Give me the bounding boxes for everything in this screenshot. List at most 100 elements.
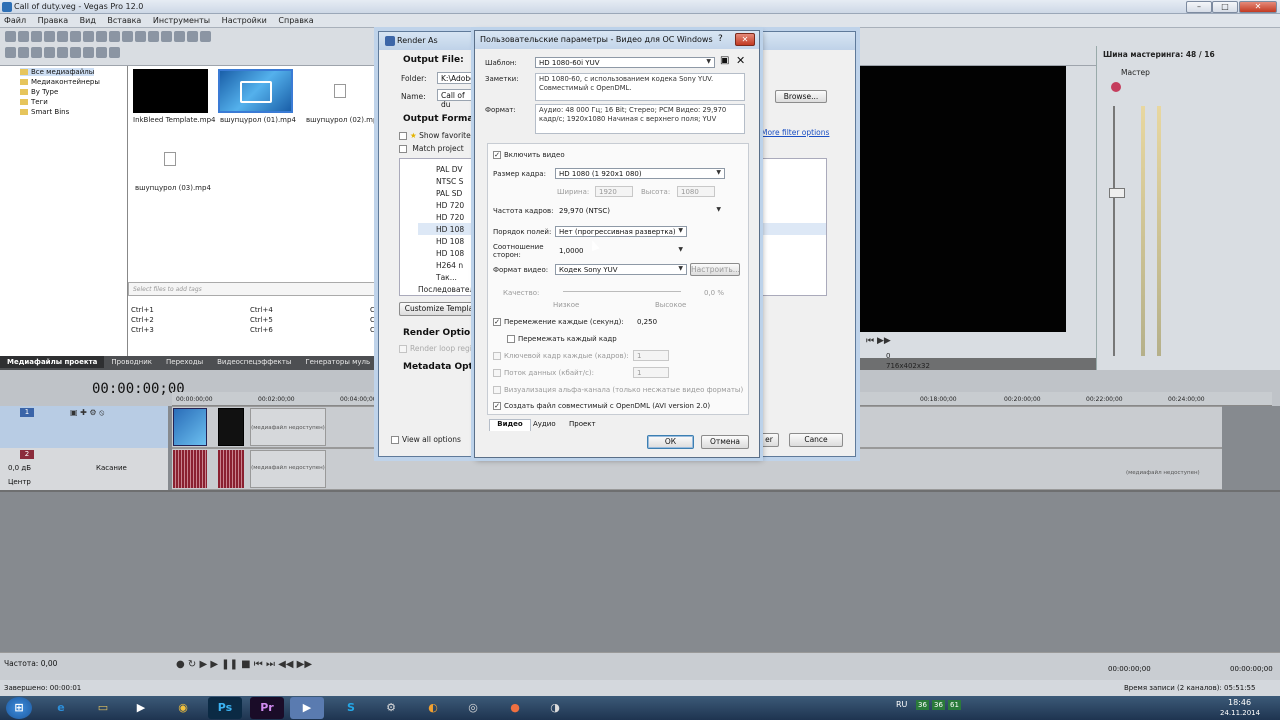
menu-tools[interactable]: Инструменты: [149, 14, 215, 25]
transport-controls-icons[interactable]: ● ↻ ▶ ▶ ❚❚ ■ ⏮ ⏭ ◀◀ ▶▶: [176, 659, 312, 670]
help-icon[interactable]: ?: [718, 34, 723, 44]
format-item[interactable]: PAL SD: [436, 189, 462, 198]
edit-tool-icon[interactable]: [135, 31, 146, 42]
height-input[interactable]: 1080: [677, 186, 715, 197]
format-item[interactable]: HD 720: [436, 201, 464, 210]
tab-transitions[interactable]: Переходы: [159, 356, 210, 368]
media-thumb-2[interactable]: [218, 69, 293, 113]
datarate-input[interactable]: 1: [633, 367, 669, 378]
browse-button[interactable]: Browse...: [775, 90, 827, 103]
fx-icon[interactable]: [1111, 82, 1121, 92]
opendml-checkbox[interactable]: ✓ Создать файл совместимый с OpenDML (AVI…: [493, 402, 710, 410]
start-icon[interactable]: ⊞: [6, 697, 32, 719]
import-icon[interactable]: [5, 47, 16, 58]
video-format-select[interactable]: Кодек Sony YUV ▼: [555, 264, 687, 275]
master-fader[interactable]: [1109, 188, 1125, 198]
audio-volume[interactable]: 0,0 дБ: [8, 464, 31, 472]
interleave-every-frame-checkbox[interactable]: Перемежать каждый кадр: [507, 335, 617, 343]
timecode-display[interactable]: 00:00:00;00: [92, 381, 185, 397]
render-loop-region[interactable]: Render loop region: [399, 344, 481, 353]
network-app-icon[interactable]: ⚙: [374, 697, 408, 719]
customize-template-button[interactable]: Customize Templa: [399, 302, 479, 316]
stop-preview-icon[interactable]: [96, 47, 107, 58]
frame-rate-select[interactable]: 29,970 (NTSC) ▼: [555, 205, 725, 216]
tab-explorer[interactable]: Проводник: [104, 356, 159, 368]
tray-badge-2[interactable]: 36: [932, 700, 945, 710]
format-item[interactable]: HD 108: [436, 249, 464, 258]
render-button[interactable]: er: [759, 433, 779, 447]
video-clip-2[interactable]: [218, 408, 244, 446]
copy-icon[interactable]: [83, 31, 94, 42]
cancel-button[interactable]: Отмена: [701, 435, 749, 449]
keyframe-checkbox[interactable]: Ключевой кадр каждые (кадров):: [493, 352, 629, 360]
tab-audio[interactable]: Аудио: [533, 420, 556, 428]
format-item[interactable]: H264 n: [436, 261, 463, 270]
ie-icon[interactable]: e: [44, 697, 78, 719]
recorder-icon[interactable]: ●: [498, 697, 532, 719]
interleave-checkbox[interactable]: ✓ Перемежение каждые (секунд):: [493, 318, 624, 326]
media-thumb-1[interactable]: [133, 69, 208, 113]
menu-help[interactable]: Справка: [274, 14, 318, 25]
interleave-input[interactable]: 0,250: [633, 316, 669, 327]
preview-transport-icons[interactable]: ⏮ ▶▶: [866, 336, 891, 346]
audio-pan[interactable]: Центр: [8, 478, 31, 486]
output-file-heading[interactable]: Output File:: [403, 55, 464, 65]
show-favorites[interactable]: ★ Show favorite: [399, 131, 471, 140]
minimize-button[interactable]: –: [1186, 1, 1212, 13]
menu-edit[interactable]: Правка: [34, 14, 73, 25]
width-input[interactable]: 1920: [595, 186, 633, 197]
close-window-button[interactable]: ✕: [1239, 1, 1277, 13]
name-input[interactable]: Call of du: [437, 89, 475, 109]
open-icon[interactable]: [18, 31, 29, 42]
steam-icon[interactable]: ◎: [456, 697, 490, 719]
format-item[interactable]: Tак...: [436, 273, 457, 282]
selection-tool-icon[interactable]: [161, 31, 172, 42]
tab-project-media[interactable]: Медиафайлы проекта: [0, 356, 105, 368]
tray-badge-3[interactable]: 61: [948, 700, 961, 710]
render-as-cancel-button[interactable]: Cance: [789, 433, 843, 447]
capture-icon[interactable]: [18, 47, 29, 58]
explorer-icon[interactable]: ▭: [86, 697, 120, 719]
frame-size-select[interactable]: HD 1080 (1 920x1 080) ▼: [555, 168, 725, 179]
tab-video-fx[interactable]: Видеоспецэффекты: [210, 356, 298, 368]
track-controls-icons[interactable]: ▣ ✚ ⚙ ⦸: [70, 408, 104, 418]
refresh-icon[interactable]: [31, 47, 42, 58]
video-clip-1[interactable]: [173, 408, 207, 446]
media-fx-icon[interactable]: [44, 47, 55, 58]
new-icon[interactable]: [5, 31, 16, 42]
views-icon[interactable]: [109, 47, 120, 58]
folder-input[interactable]: K:\Adobe: [437, 72, 475, 84]
tab-project[interactable]: Проект: [569, 420, 596, 428]
audio-track-header[interactable]: 2 0,0 дБ Касание Центр: [0, 448, 168, 490]
offline-clip[interactable]: (медиафайл недоступен): [250, 408, 326, 446]
video-track-header[interactable]: 1 ▣ ✚ ⚙ ⦸: [0, 406, 168, 448]
snap-icon[interactable]: [187, 31, 198, 42]
template-select[interactable]: HD 1080-60i YUV ▼: [535, 57, 715, 68]
chrome-icon[interactable]: ◉: [166, 697, 200, 719]
search-icon[interactable]: [57, 47, 68, 58]
render-icon[interactable]: [44, 31, 55, 42]
keyboard-language[interactable]: RU: [896, 700, 907, 709]
paste-icon[interactable]: [96, 31, 107, 42]
properties-icon[interactable]: [57, 31, 68, 42]
match-project[interactable]: Match project: [399, 144, 464, 153]
alpha-checkbox[interactable]: Визуализация альфа-канала (только несжат…: [493, 386, 743, 394]
tree-smart-bins[interactable]: Smart Bins: [20, 108, 69, 116]
tag-input[interactable]: Select files to add tags: [128, 282, 380, 296]
tree-media-bins[interactable]: Медиаконтейнеры: [20, 78, 100, 86]
envelope-tool-icon[interactable]: [148, 31, 159, 42]
audio-clip-1[interactable]: [173, 450, 207, 488]
delete-icon[interactable]: [70, 47, 81, 58]
premiere-icon[interactable]: Pr: [250, 697, 284, 719]
tab-media-generators[interactable]: Генераторы муль: [298, 356, 377, 368]
tree-all-media[interactable]: Все медиафайлы: [20, 68, 95, 76]
quality-slider[interactable]: [563, 291, 681, 292]
save-template-icon[interactable]: ▣: [720, 55, 729, 66]
save-icon[interactable]: [31, 31, 42, 42]
vegas-taskbar-icon[interactable]: ▶: [290, 697, 324, 719]
redo-icon[interactable]: [122, 31, 133, 42]
format-item[interactable]: HD 720: [436, 213, 464, 222]
tree-by-type[interactable]: By Type: [20, 88, 58, 96]
zoom-tool-icon[interactable]: [174, 31, 185, 42]
menu-options[interactable]: Настройки: [218, 14, 272, 25]
